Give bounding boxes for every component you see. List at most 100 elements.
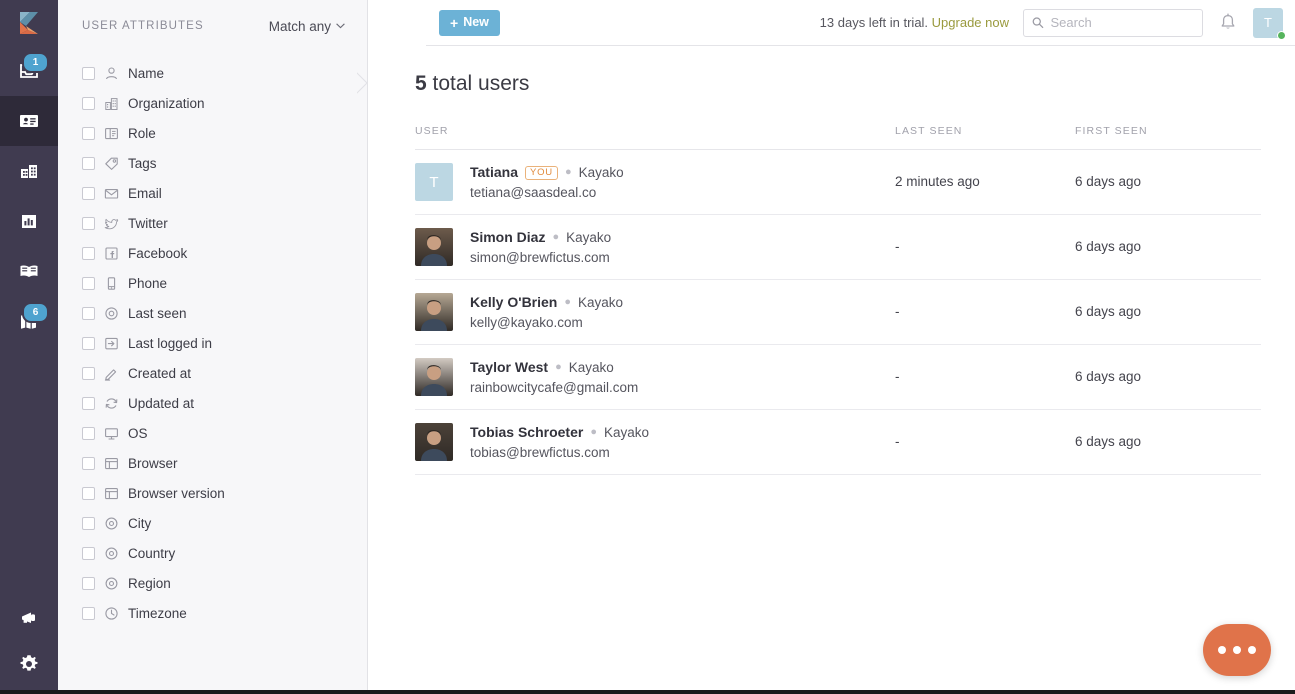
user-name[interactable]: Tobias Schroeter xyxy=(470,424,583,442)
table-row[interactable]: Taylor West●Kayakorainbowcitycafe@gmail.… xyxy=(415,345,1261,410)
attribute-checkbox[interactable] xyxy=(82,397,95,410)
attribute-checkbox[interactable] xyxy=(82,337,95,350)
cell-last-seen: - xyxy=(895,215,1075,280)
user-email: tobias@brewfictus.com xyxy=(470,445,649,460)
attribute-filter-row[interactable]: Last seen xyxy=(58,298,367,328)
attribute-label: City xyxy=(128,516,151,531)
attribute-checkbox[interactable] xyxy=(82,67,95,80)
last-seen-value: - xyxy=(895,434,900,449)
sidebar-item-knowledge-base[interactable] xyxy=(0,246,58,296)
column-header-user[interactable]: USER xyxy=(415,125,895,150)
attribute-filter-row[interactable]: Facebook xyxy=(58,238,367,268)
column-header-first-seen[interactable]: FIRST SEEN xyxy=(1075,125,1261,150)
attribute-filter-row[interactable]: OS xyxy=(58,418,367,448)
ellipsis-dot xyxy=(1248,646,1256,654)
attribute-checkbox[interactable] xyxy=(82,487,95,500)
upgrade-now-link[interactable]: Upgrade now xyxy=(932,15,1009,30)
attribute-checkbox[interactable] xyxy=(82,547,95,560)
user-name[interactable]: Taylor West xyxy=(470,359,548,377)
attribute-filter-row[interactable]: City xyxy=(58,508,367,538)
location-pin-icon xyxy=(104,516,119,531)
user-name[interactable]: Simon Diaz xyxy=(470,229,545,247)
search-input[interactable] xyxy=(1051,15,1194,30)
megaphone-icon xyxy=(17,607,41,631)
attribute-checkbox[interactable] xyxy=(82,427,95,440)
ellipsis-dot xyxy=(1233,646,1241,654)
search-icon xyxy=(1032,16,1044,29)
user-name[interactable]: Kelly O'Brien xyxy=(470,294,557,312)
attribute-filter-row[interactable]: Phone xyxy=(58,268,367,298)
attribute-checkbox[interactable] xyxy=(82,187,95,200)
bell-icon xyxy=(1219,13,1237,32)
attribute-checkbox[interactable] xyxy=(82,517,95,530)
user-email: kelly@kayako.com xyxy=(470,315,623,330)
kayako-logo[interactable] xyxy=(0,0,58,46)
attribute-list[interactable]: NameOrganizationRoleTagsEmailTwitterFace… xyxy=(58,52,367,694)
avatar xyxy=(415,358,453,396)
attribute-filter-row[interactable]: Email xyxy=(58,178,367,208)
sidebar-item-contacts[interactable] xyxy=(0,96,58,146)
attribute-filter-row[interactable]: Country xyxy=(58,538,367,568)
attribute-checkbox[interactable] xyxy=(82,217,95,230)
attribute-filter-row[interactable]: Browser version xyxy=(58,478,367,508)
attribute-label: Last logged in xyxy=(128,336,212,351)
first-seen-value: 6 days ago xyxy=(1075,174,1141,189)
attribute-checkbox[interactable] xyxy=(82,127,95,140)
match-any-dropdown[interactable]: Match any xyxy=(269,19,345,34)
attribute-filter-row[interactable]: Role xyxy=(58,118,367,148)
first-seen-value: 6 days ago xyxy=(1075,434,1141,449)
panel-title: USER ATTRIBUTES xyxy=(82,20,204,32)
users-table: USER LAST SEEN FIRST SEEN TTatianaYOU●Ka… xyxy=(415,125,1261,475)
attribute-checkbox[interactable] xyxy=(82,607,95,620)
first-seen-value: 6 days ago xyxy=(1075,369,1141,384)
messenger-button[interactable] xyxy=(1203,624,1271,676)
new-button[interactable]: + New xyxy=(439,10,500,36)
avatar-photo xyxy=(415,293,453,331)
attribute-checkbox[interactable] xyxy=(82,577,95,590)
sidebar-item-announcements[interactable] xyxy=(0,594,58,644)
table-row[interactable]: Kelly O'Brien●Kayakokelly@kayako.com-6 d… xyxy=(415,280,1261,345)
attribute-checkbox[interactable] xyxy=(82,367,95,380)
user-organization[interactable]: Kayako xyxy=(566,230,611,247)
attribute-filter-row[interactable]: Organization xyxy=(58,88,367,118)
attribute-label: Browser version xyxy=(128,486,225,501)
attribute-filter-row[interactable]: Last logged in xyxy=(58,328,367,358)
user-identity: Simon Diaz●Kayakosimon@brewfictus.com xyxy=(470,229,611,265)
attribute-checkbox[interactable] xyxy=(82,457,95,470)
attribute-filter-row[interactable]: Twitter xyxy=(58,208,367,238)
table-row[interactable]: TTatianaYOU●Kayakotetiana@saasdeal.co2 m… xyxy=(415,150,1261,215)
avatar xyxy=(415,293,453,331)
attribute-checkbox[interactable] xyxy=(82,157,95,170)
table-row[interactable]: Simon Diaz●Kayakosimon@brewfictus.com-6 … xyxy=(415,215,1261,280)
attribute-filter-row[interactable]: Region xyxy=(58,568,367,598)
sidebar-item-pages[interactable]: 6 xyxy=(0,296,58,346)
notifications-button[interactable] xyxy=(1203,0,1253,46)
cell-user: Simon Diaz●Kayakosimon@brewfictus.com xyxy=(415,215,895,280)
attribute-filter-row[interactable]: Tags xyxy=(58,148,367,178)
attribute-checkbox[interactable] xyxy=(82,307,95,320)
attribute-filter-row[interactable]: Browser xyxy=(58,448,367,478)
user-organization[interactable]: Kayako xyxy=(569,360,614,377)
login-arrow-icon xyxy=(104,336,119,351)
sidebar-item-settings[interactable] xyxy=(0,644,58,694)
search-box[interactable] xyxy=(1023,9,1203,37)
attribute-label: Timezone xyxy=(128,606,187,621)
sidebar-item-reports[interactable] xyxy=(0,196,58,246)
attribute-checkbox[interactable] xyxy=(82,97,95,110)
attribute-checkbox[interactable] xyxy=(82,247,95,260)
pencil-icon xyxy=(104,366,119,381)
attribute-filter-row[interactable]: Updated at xyxy=(58,388,367,418)
user-avatar[interactable]: T xyxy=(1253,8,1283,38)
attribute-filter-row[interactable]: Created at xyxy=(58,358,367,388)
user-organization[interactable]: Kayako xyxy=(578,295,623,312)
column-header-last-seen[interactable]: LAST SEEN xyxy=(895,125,1075,150)
attribute-filter-row[interactable]: Name xyxy=(58,58,367,88)
attribute-filter-row[interactable]: Timezone xyxy=(58,598,367,628)
sidebar-item-organizations[interactable] xyxy=(0,146,58,196)
user-organization[interactable]: Kayako xyxy=(604,425,649,442)
table-row[interactable]: Tobias Schroeter●Kayakotobias@brewfictus… xyxy=(415,410,1261,475)
attribute-checkbox[interactable] xyxy=(82,277,95,290)
sidebar-item-inbox[interactable]: 1 xyxy=(0,46,58,96)
user-organization[interactable]: Kayako xyxy=(579,165,624,182)
user-name[interactable]: Tatiana xyxy=(470,164,518,182)
